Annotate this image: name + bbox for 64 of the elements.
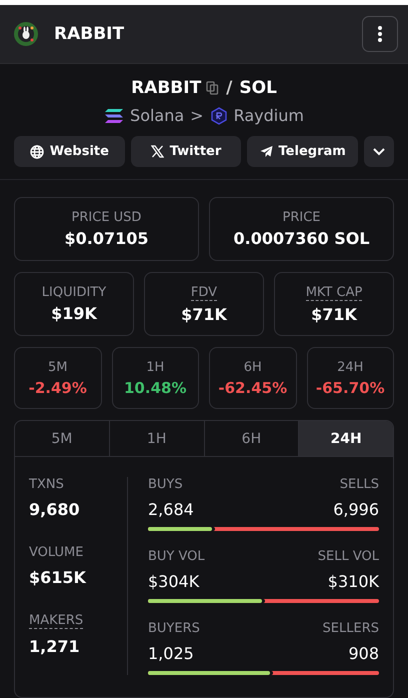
stat-label: LIQUIDITY: [42, 285, 106, 300]
more-icon: [378, 26, 382, 42]
sell-value: $310K: [328, 572, 379, 591]
stat-value: 0.0007360 SOL: [233, 229, 370, 248]
change-value: 10.48%: [124, 378, 186, 396]
stat-value: 1,271: [29, 637, 80, 656]
sell-label: SELLS: [340, 477, 379, 492]
chevron-text: >: [190, 106, 204, 125]
sell-value: 6,996: [333, 500, 379, 519]
stat-value: $615K: [29, 568, 86, 587]
period-label: 5M: [48, 360, 68, 374]
period-label: 1H: [146, 360, 164, 374]
change-value: -2.49%: [28, 378, 87, 396]
stat-value: 9,680: [29, 500, 80, 519]
change-value: -62.45%: [218, 378, 288, 396]
buy-label: BUYS: [148, 477, 183, 492]
social-link-button[interactable]: Telegram: [247, 136, 358, 167]
quote-token: SOL: [239, 78, 277, 98]
pair-separator: /: [226, 78, 232, 98]
change-card[interactable]: 1H 10.48%: [112, 347, 199, 409]
period-tab[interactable]: 5M: [15, 421, 110, 456]
stat-label: FDV: [190, 284, 218, 300]
token-title: RABBIT: [54, 24, 126, 44]
change-card[interactable]: 6H -62.45%: [209, 347, 296, 409]
sell-label: SELL VOL: [318, 549, 379, 564]
buy-label: BUY VOL: [148, 549, 205, 564]
period-label: 6H: [244, 360, 262, 374]
stat-label: PRICE: [282, 210, 320, 225]
paper-plane-icon: [260, 145, 273, 158]
globe-icon: [30, 144, 44, 158]
hexagon-icon: [210, 106, 228, 124]
chain-name[interactable]: Solana: [130, 106, 184, 125]
stat-label: MKT CAP: [306, 284, 362, 300]
expand-button[interactable]: [364, 136, 394, 167]
stat-label: MAKERS: [29, 613, 84, 629]
stat-value: $71K: [311, 304, 357, 324]
sell-label: SELLERS: [322, 621, 379, 636]
period-tab[interactable]: 1H: [110, 421, 204, 456]
change-value: -65.70%: [316, 378, 385, 396]
sell-value: 908: [348, 644, 379, 663]
x-logo-icon: [150, 145, 164, 158]
stat-value: $0.07105: [64, 229, 148, 248]
stat-value: $19K: [51, 304, 97, 323]
social-link-button[interactable]: Website: [14, 136, 125, 167]
copy-icon[interactable]: [206, 81, 220, 95]
buy-value: $304K: [148, 572, 200, 591]
stat-label: PRICE USD: [72, 210, 142, 225]
buy-value: 1,025: [148, 644, 194, 663]
buy-value: 2,684: [148, 500, 194, 519]
chevron-down-icon: [373, 148, 386, 156]
stat-value: $71K: [181, 304, 227, 324]
stat-label: TXNS: [29, 477, 64, 492]
buy-label: BUYERS: [148, 621, 200, 636]
social-link-button[interactable]: Twitter: [130, 136, 242, 167]
dex-name[interactable]: Raydium: [234, 106, 304, 125]
solana-icon: [104, 108, 124, 124]
stat-label: VOLUME: [29, 545, 84, 560]
base-token: RABBIT: [131, 78, 202, 98]
change-card[interactable]: 24H -65.70%: [306, 347, 394, 409]
period-label: 24H: [337, 360, 364, 374]
change-card[interactable]: 5M -2.49%: [14, 347, 102, 409]
period-tab[interactable]: 24H: [299, 421, 393, 456]
rabbit-wreath-logo: [14, 22, 38, 46]
more-menu-button[interactable]: [362, 16, 398, 52]
